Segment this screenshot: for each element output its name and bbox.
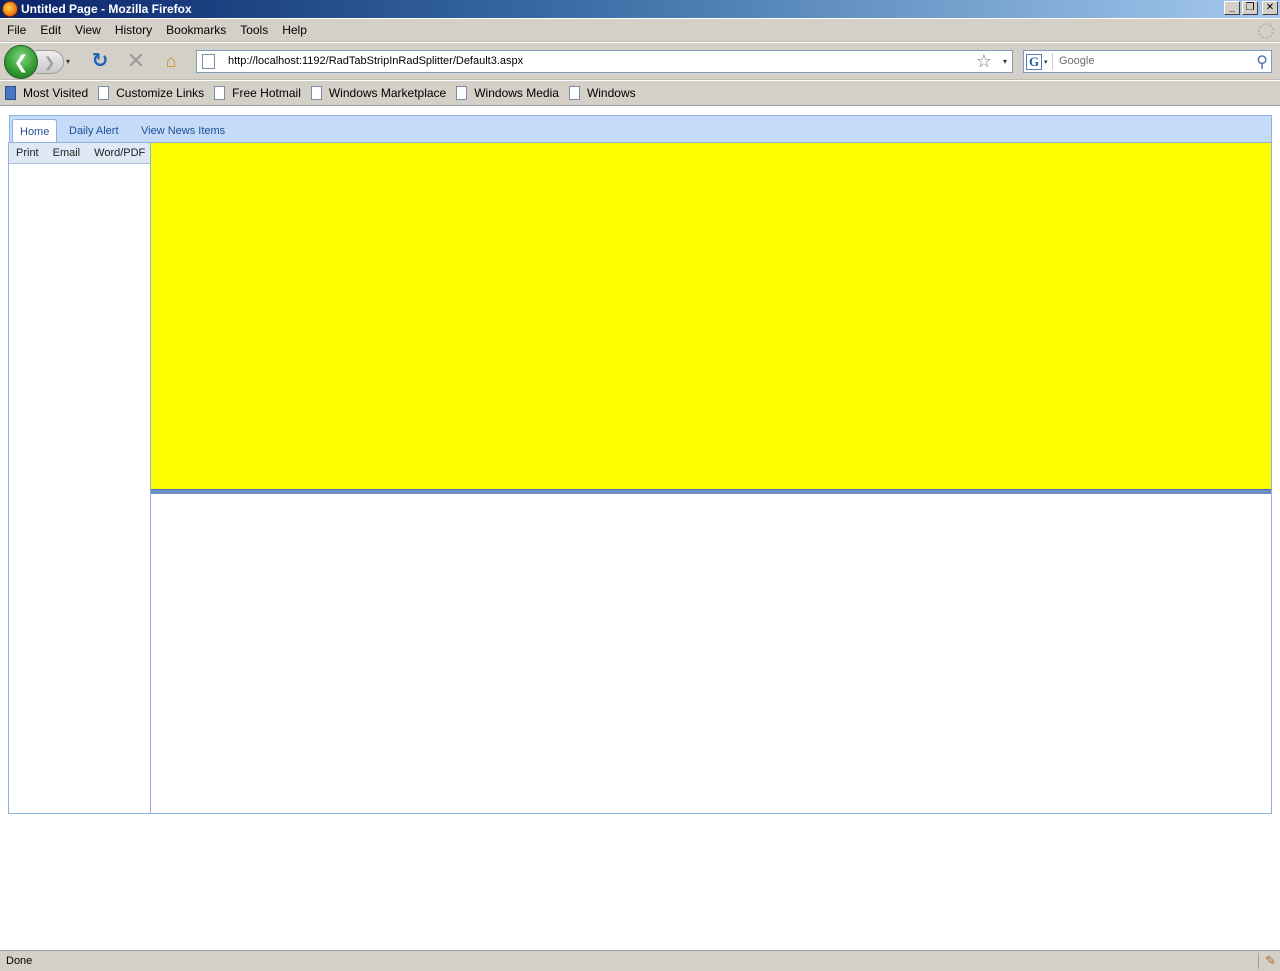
bottom-pane [151,494,1271,813]
close-button[interactable]: ✕ [1262,1,1278,15]
tab-view-news-items[interactable]: View News Items [134,119,232,144]
status-bar: Done ✎ [0,950,1280,971]
menu-file[interactable]: File [0,23,33,37]
search-input[interactable]: Google [1059,55,1094,67]
stop-icon[interactable]: ✕ [126,50,146,72]
forward-button[interactable]: ❯ [36,50,64,74]
bookmark-windows[interactable]: Windows [568,86,636,100]
top-pane [151,143,1271,489]
addon-icon[interactable]: ✎ [1258,953,1276,969]
page-icon [98,86,110,100]
bookmarks-toolbar: Most Visited Customize Links Free Hotmai… [0,81,1280,106]
menu-edit[interactable]: Edit [33,23,68,37]
right-pane [151,143,1271,813]
url-text[interactable]: http://localhost:1192/RadTabStripInRadSp… [228,55,523,67]
window-title-bar: Untitled Page - Mozilla Firefox _ ❐ ✕ [0,0,1280,18]
page-icon [568,86,580,100]
menu-bar: File Edit View History Bookmarks Tools H… [0,19,1280,42]
minimize-button[interactable]: _ [1224,1,1240,15]
page-content: Home Daily Alert View News Items Print E… [0,107,1280,949]
throbber-icon [1258,23,1274,39]
menu-bookmarks[interactable]: Bookmarks [159,23,233,37]
menu-help[interactable]: Help [275,23,314,37]
url-dropdown-icon[interactable]: ▾ [1003,57,1007,66]
tab-strip: Home Daily Alert View News Items [9,115,1272,144]
google-icon: G [1026,53,1042,70]
most-visited-icon [5,86,16,100]
history-dropdown-icon[interactable]: ▾ [66,57,70,66]
page-icon [214,86,226,100]
page-icon [310,86,322,100]
menu-view[interactable]: View [68,23,108,37]
back-button[interactable]: ❮ [4,45,38,79]
bookmark-label: Most Visited [23,86,89,100]
search-bar[interactable]: G ▾ Google ⚲ [1023,50,1272,73]
search-icon[interactable]: ⚲ [1256,52,1268,72]
subtab-email[interactable]: Email [46,147,88,159]
page-icon [202,54,215,69]
page-icon [456,86,468,100]
bookmark-star-icon[interactable]: ☆ [976,51,992,72]
menu-history[interactable]: History [108,23,159,37]
bookmark-label: Customize Links [116,86,205,100]
tab-home[interactable]: Home [12,119,58,144]
menu-tools[interactable]: Tools [233,23,275,37]
bookmark-label: Windows Marketplace [328,86,447,100]
tab-daily-alert[interactable]: Daily Alert [62,119,126,144]
bookmark-windows-marketplace[interactable]: Windows Marketplace [310,86,447,100]
search-engine-selector[interactable]: G ▾ [1026,53,1053,70]
restore-button[interactable]: ❐ [1242,1,1258,15]
bookmark-most-visited[interactable]: Most Visited [5,86,88,100]
splitter: Print Email Word/PDF [8,142,1272,814]
sub-tab-strip: Print Email Word/PDF [9,143,150,164]
left-pane: Print Email Word/PDF [9,143,151,813]
firefox-logo-icon [2,1,18,17]
bookmark-windows-media[interactable]: Windows Media [456,86,559,100]
subtab-word-pdf[interactable]: Word/PDF [87,147,152,159]
home-icon[interactable]: ⌂ [161,51,181,71]
subtab-print[interactable]: Print [9,147,46,159]
status-text: Done [6,955,33,967]
window-controls: _ ❐ ✕ [1224,1,1278,15]
window-title: Untitled Page - Mozilla Firefox [21,2,192,16]
url-bar[interactable]: http://localhost:1192/RadTabStripInRadSp… [196,50,1013,73]
reload-icon[interactable]: ↻ [90,51,110,71]
bookmark-free-hotmail[interactable]: Free Hotmail [214,86,301,100]
bookmark-label: Windows [586,86,636,100]
bookmark-customize-links[interactable]: Customize Links [98,86,204,100]
bookmark-label: Windows Media [474,86,559,100]
engine-dropdown-icon: ▾ [1044,58,1048,66]
bookmark-label: Free Hotmail [232,86,301,100]
